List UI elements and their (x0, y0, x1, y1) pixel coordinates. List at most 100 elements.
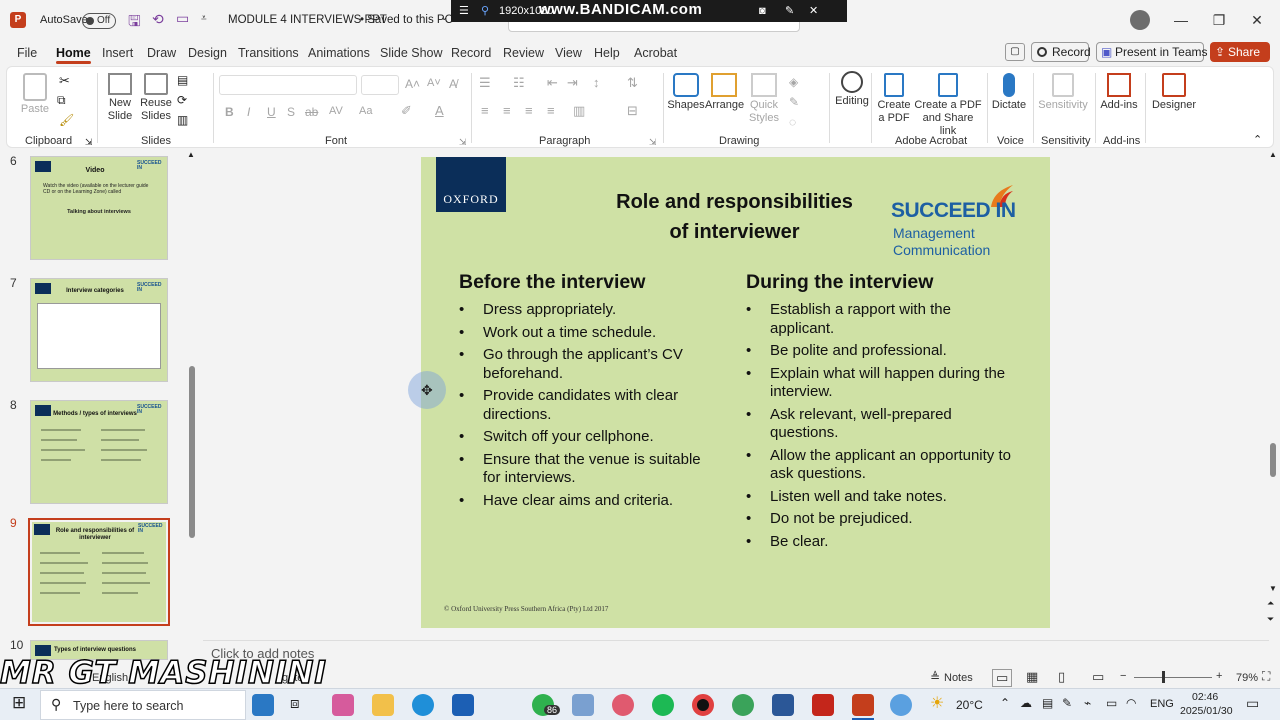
zoom-slider[interactable] (1134, 677, 1212, 678)
tab-record[interactable]: Record (451, 46, 491, 60)
slide-title[interactable]: Role and responsibilities of interviewer (571, 187, 898, 247)
scroll-up-icon[interactable]: ▲ (1269, 150, 1277, 159)
zoom-in-icon[interactable]: + (1216, 670, 1222, 682)
during-list[interactable]: Establish a rapport with the applicant. … (746, 301, 1016, 555)
font-name-select[interactable] (219, 75, 357, 95)
create-pdf-button[interactable]: Create a PDF (875, 73, 913, 125)
tab-slide-show[interactable]: Slide Show (380, 46, 443, 60)
paste-button[interactable]: Paste (17, 73, 53, 116)
tab-insert[interactable]: Insert (102, 46, 133, 60)
reuse-slides-button[interactable]: Reuse Slides (139, 73, 173, 123)
strikethrough-icon[interactable]: ab (305, 105, 318, 119)
dialog-launcher-icon[interactable]: ⇲ (459, 137, 467, 148)
copilot-app-icon[interactable] (252, 694, 274, 716)
decrease-indent-icon[interactable]: ⇤ (547, 75, 558, 91)
word-icon[interactable] (772, 694, 794, 716)
editing-button[interactable]: Editing (829, 71, 875, 108)
slide-thumbnail-8[interactable]: Methods / types of interviews SUCCEED IN (30, 400, 168, 504)
numbering-icon[interactable]: ☷ (513, 75, 525, 91)
dialog-launcher-icon[interactable]: ⇲ (649, 137, 657, 148)
new-slide-button[interactable]: New Slide (103, 73, 137, 123)
tab-help[interactable]: Help (594, 46, 620, 60)
windows-start-icon[interactable]: ⊞ (12, 693, 26, 713)
quick-styles-button[interactable]: Quick Styles (745, 73, 783, 125)
wifi-icon[interactable]: ◠ (1126, 696, 1136, 710)
decrease-font-icon[interactable]: A˅ (427, 77, 441, 89)
close-icon[interactable]: ✕ (1234, 0, 1280, 40)
underline-icon[interactable]: U (267, 105, 276, 119)
align-right-icon[interactable]: ≡ (525, 103, 533, 118)
clear-format-icon[interactable]: A̸ (449, 77, 457, 91)
change-case-icon[interactable]: Aa (359, 105, 372, 117)
chevron-down-icon[interactable]: ⌄ (440, 12, 448, 23)
autosave-toggle[interactable]: Off (82, 13, 116, 29)
slideshow-icon[interactable]: ▭ (1092, 669, 1104, 685)
powerpoint-icon[interactable] (852, 694, 874, 716)
customize-qat-icon[interactable]: ⩡ (201, 13, 207, 24)
collapse-ribbon-icon[interactable]: ⌃ (1253, 133, 1262, 146)
weather-icon[interactable]: ☀ (930, 693, 944, 713)
language-indicator[interactable]: ENG (1150, 698, 1174, 710)
next-slide-icon[interactable]: ⏷ (1267, 614, 1274, 625)
align-text-icon[interactable]: ⊟ (627, 103, 638, 119)
slide-scrollbar[interactable] (1270, 443, 1276, 477)
task-view-icon[interactable]: ⧈ (290, 695, 300, 712)
increase-indent-icon[interactable]: ⇥ (567, 75, 578, 91)
line-spacing-icon[interactable]: ↕ (593, 75, 600, 90)
clock-date[interactable]: 2025/01/30 (1180, 705, 1233, 717)
shape-outline-icon[interactable]: ✎ (789, 95, 799, 109)
previous-slide-icon[interactable]: ⏶ (1267, 598, 1274, 609)
record-app-icon[interactable] (692, 694, 714, 716)
tray-icon[interactable]: ▤ (1042, 696, 1053, 710)
font-color-icon[interactable]: A (435, 103, 444, 118)
slide-sorter-icon[interactable]: ▦ (1026, 669, 1038, 685)
app-icon[interactable] (572, 694, 594, 716)
bullets-icon[interactable]: ☰ (479, 75, 491, 91)
scroll-down-icon[interactable]: ▼ (1269, 584, 1277, 593)
normal-view-icon[interactable]: ▭ (992, 669, 1013, 687)
dialog-launcher-icon[interactable]: ⇲ (85, 137, 93, 148)
fit-slide-icon[interactable]: ⛶ (1262, 669, 1270, 684)
justify-icon[interactable]: ≡ (547, 103, 555, 118)
copy-icon[interactable]: ⧉ (57, 93, 66, 108)
shape-fill-icon[interactable]: ◈ (789, 75, 798, 89)
increase-font-icon[interactable]: A˄ (405, 77, 420, 91)
spotify-icon[interactable] (652, 694, 674, 716)
tray-icon[interactable]: ⌁ (1084, 696, 1091, 710)
sensitivity-button[interactable]: Sensitivity (1037, 73, 1089, 112)
highlight-icon[interactable]: ✐ (401, 103, 412, 119)
taskbar-search[interactable]: ⚲ Type here to search (40, 690, 246, 720)
thumbnail-scrollbar[interactable] (189, 366, 195, 538)
file-explorer-icon[interactable] (372, 694, 394, 716)
zoom-out-icon[interactable]: − (1120, 670, 1126, 682)
shapes-button[interactable]: Shapes (667, 73, 705, 112)
tab-acrobat[interactable]: Acrobat (634, 46, 677, 60)
slide-thumbnail-7[interactable]: Interview categories SUCCEED IN (30, 278, 168, 382)
before-list[interactable]: Dress appropriately. Work out a time sch… (459, 301, 719, 514)
close-icon[interactable]: ✕ (809, 0, 818, 22)
tab-home[interactable]: Home (56, 46, 91, 64)
zoom-level[interactable]: 79% (1236, 672, 1258, 684)
tab-animations[interactable]: Animations (308, 46, 370, 60)
share-button[interactable]: ⇪ Share (1210, 42, 1270, 62)
font-size-select[interactable] (361, 75, 399, 95)
columns-icon[interactable]: ▥ (573, 103, 585, 119)
weather-temp[interactable]: 20°C (956, 698, 983, 712)
arrange-button[interactable]: Arrange (705, 73, 744, 112)
comments-icon[interactable]: ▢ (1005, 43, 1025, 61)
slide-thumbnail-9[interactable]: Role and responsibilities of interviewer… (28, 518, 170, 626)
dictate-button[interactable]: Dictate (989, 73, 1029, 112)
shape-effects-icon[interactable]: ◌ (789, 115, 796, 129)
store-icon[interactable] (452, 694, 474, 716)
tab-review[interactable]: Review (503, 46, 544, 60)
record-button[interactable]: Record (1031, 42, 1091, 62)
text-direction-icon[interactable]: ⇅ (627, 75, 638, 91)
tray-icon[interactable]: ✎ (1062, 696, 1072, 710)
battery-icon[interactable]: ▭ (1106, 696, 1117, 710)
menu-icon[interactable]: ☰ (459, 0, 469, 22)
clock-time[interactable]: 02:46 (1192, 691, 1218, 703)
slide-thumbnail-6[interactable]: Video SUCCEED IN Watch the video (availa… (30, 156, 168, 260)
acrobat-icon[interactable] (812, 694, 834, 716)
notes-icon[interactable]: ≜ (930, 670, 940, 684)
taskbar-search-input[interactable]: Type here to search (73, 699, 183, 713)
